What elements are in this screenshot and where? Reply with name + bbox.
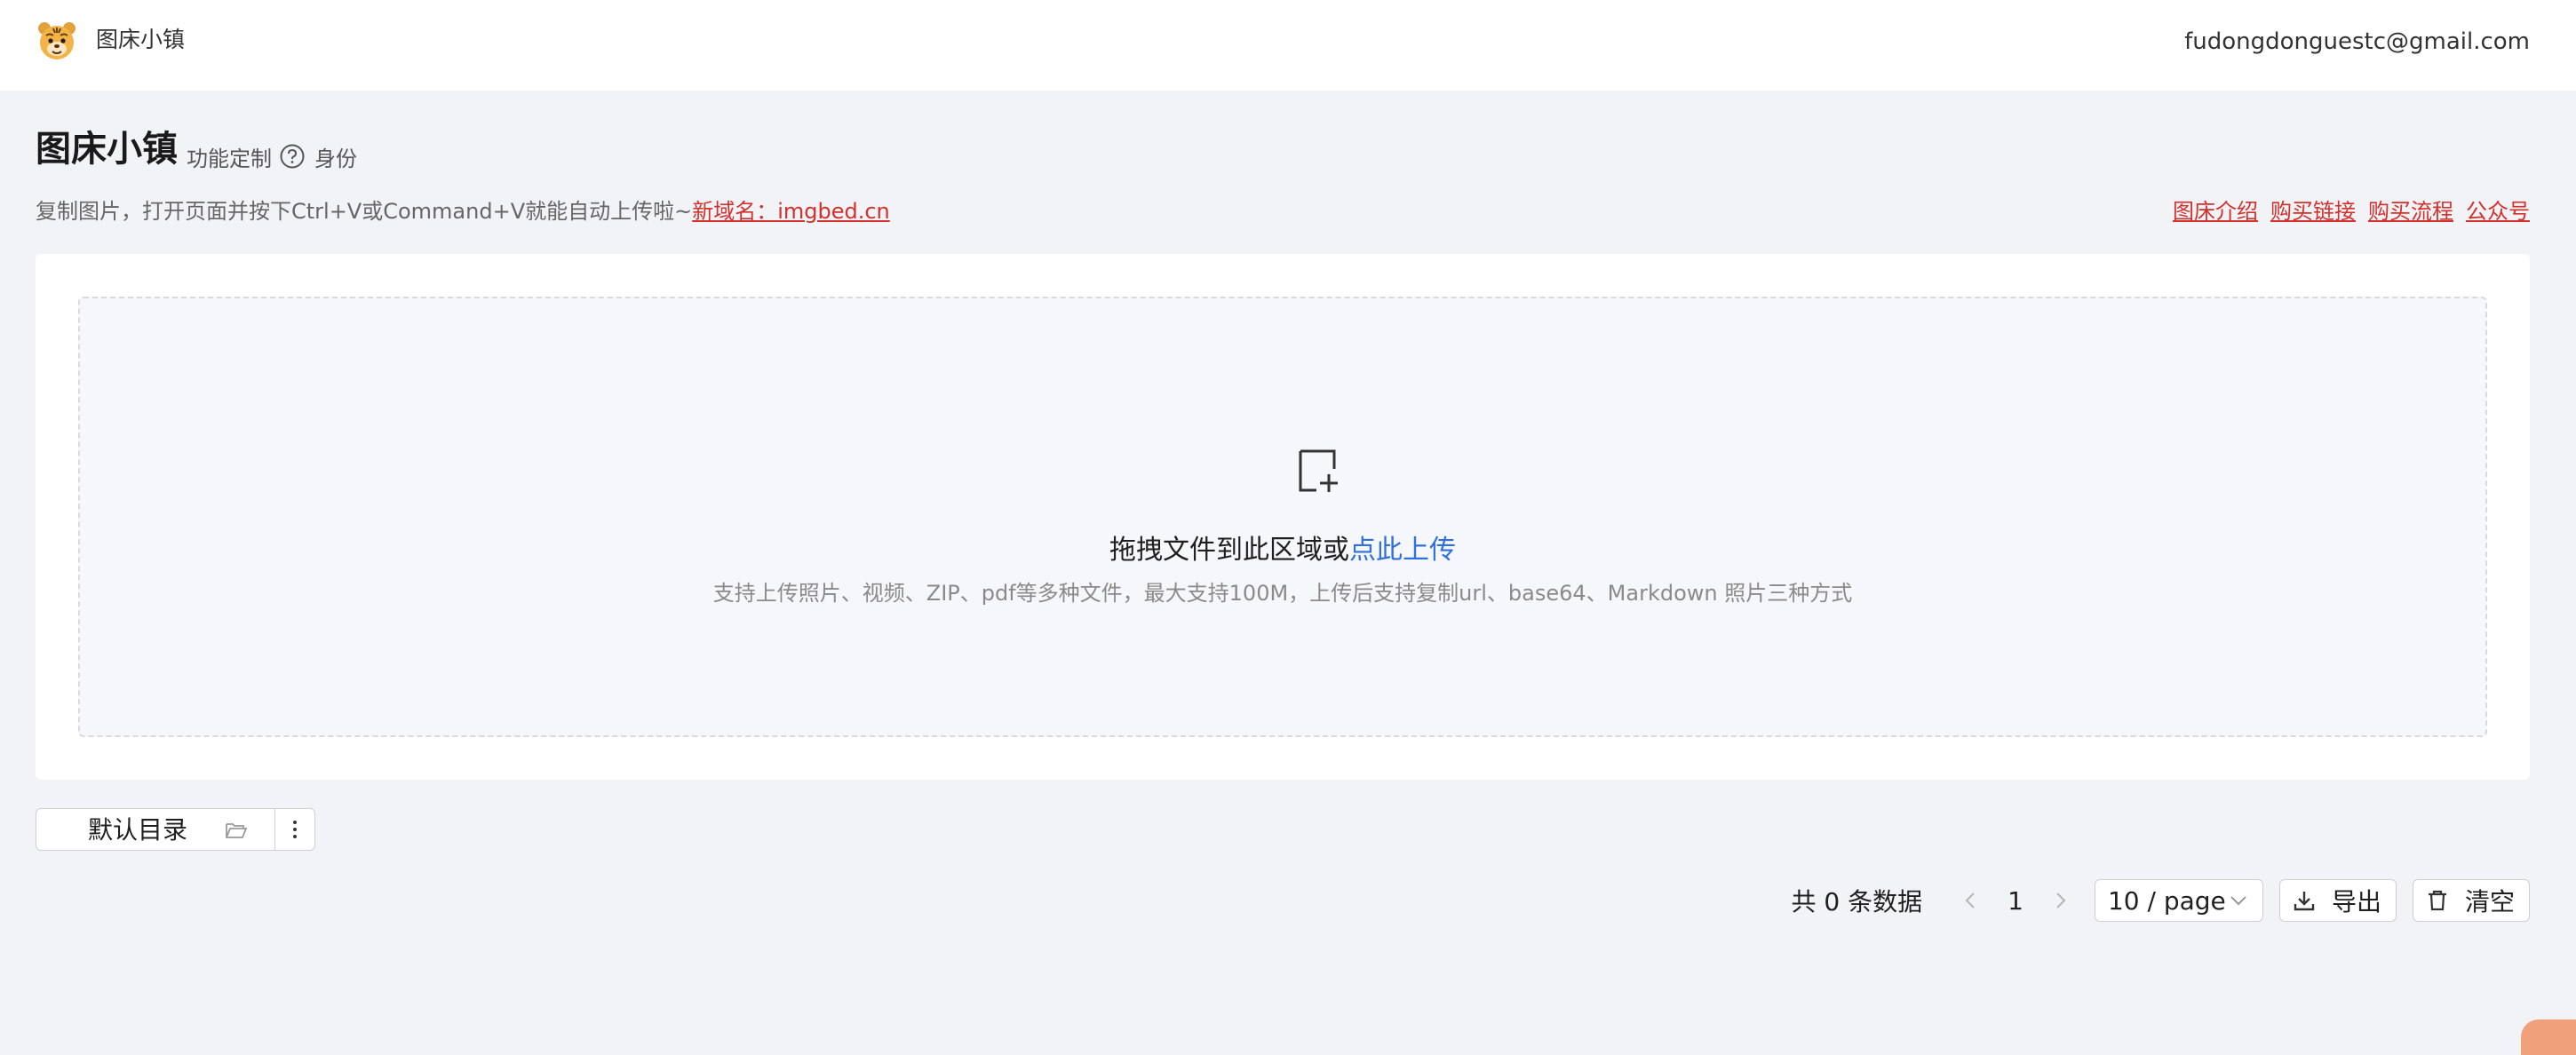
tiger-logo-icon[interactable]: [36, 20, 78, 62]
page-size-value: 10 / page: [2107, 885, 2226, 916]
upload-prompt: 拖拽文件到此区域或点此上传: [80, 533, 2485, 568]
question-circle-icon[interactable]: [279, 143, 306, 170]
download-icon: [2294, 892, 2315, 911]
upload-dropzone[interactable]: 拖拽文件到此区域或点此上传 支持上传照片、视频、ZIP、pdf等多种文件，最大支…: [78, 297, 2487, 737]
link-buy[interactable]: 购买链接: [2270, 197, 2356, 226]
upload-card: 拖拽文件到此区域或点此上传 支持上传照片、视频、ZIP、pdf等多种文件，最大支…: [36, 254, 2530, 780]
link-intro[interactable]: 图床介绍: [2173, 197, 2258, 226]
folder-open-icon: [226, 823, 248, 838]
current-page[interactable]: 1: [2008, 886, 2023, 916]
chevron-left-icon[interactable]: [1961, 891, 1981, 910]
page-size-select[interactable]: 10 / page: [2094, 879, 2263, 922]
file-add-icon: [1299, 449, 1338, 492]
floating-widget[interactable]: [2521, 1019, 2576, 1055]
link-buy-process[interactable]: 购买流程: [2368, 197, 2453, 226]
chevron-down-icon: [2230, 896, 2246, 906]
directory-more-button[interactable]: [274, 808, 315, 851]
pagination: 共 0 条数据 1 10 / page 导出 清空: [1792, 879, 2530, 922]
clear-label: 清空: [2464, 887, 2515, 916]
brand-name[interactable]: 图床小镇: [96, 25, 185, 55]
directory-select[interactable]: 默认目录: [36, 808, 275, 851]
subtitle-text: 复制图片，打开页面并按下Ctrl+V或Command+V就能自动上传啦~: [36, 199, 693, 224]
total-count: 共 0 条数据: [1791, 887, 1923, 916]
title-extras: 功能定制 身份: [187, 142, 357, 171]
upload-prompt-text: 拖拽文件到此区域或: [1109, 535, 1349, 566]
link-wechat[interactable]: 公众号: [2466, 197, 2530, 226]
clear-button[interactable]: 清空: [2412, 879, 2530, 922]
upload-hint: 支持上传照片、视频、ZIP、pdf等多种文件，最大支持100M，上传后支持复制u…: [712, 581, 1853, 606]
chevron-right-icon[interactable]: [2050, 891, 2070, 910]
identity-link[interactable]: 身份: [314, 141, 357, 172]
more-vertical-icon: [293, 821, 297, 838]
export-label: 导出: [2331, 887, 2381, 916]
header-links: 图床介绍 购买链接 购买流程 公众号: [2173, 197, 2530, 226]
trash-icon: [2428, 890, 2446, 911]
page-subtitle: 复制图片，打开页面并按下Ctrl+V或Command+V就能自动上传啦~新域名：…: [36, 197, 890, 226]
directory-label: 默认目录: [88, 815, 188, 845]
new-domain-link[interactable]: 新域名：imgbed.cn: [692, 199, 890, 224]
top-bar: 图床小镇 fudongdonguestc@gmail.com: [0, 0, 2576, 91]
click-upload-link[interactable]: 点此上传: [1349, 535, 1456, 566]
export-button[interactable]: 导出: [2278, 879, 2397, 922]
user-email[interactable]: fudongdonguestc@gmail.com: [2184, 27, 2530, 57]
page-title: 图床小镇: [36, 129, 178, 170]
custom-feature-link[interactable]: 功能定制: [187, 141, 272, 172]
